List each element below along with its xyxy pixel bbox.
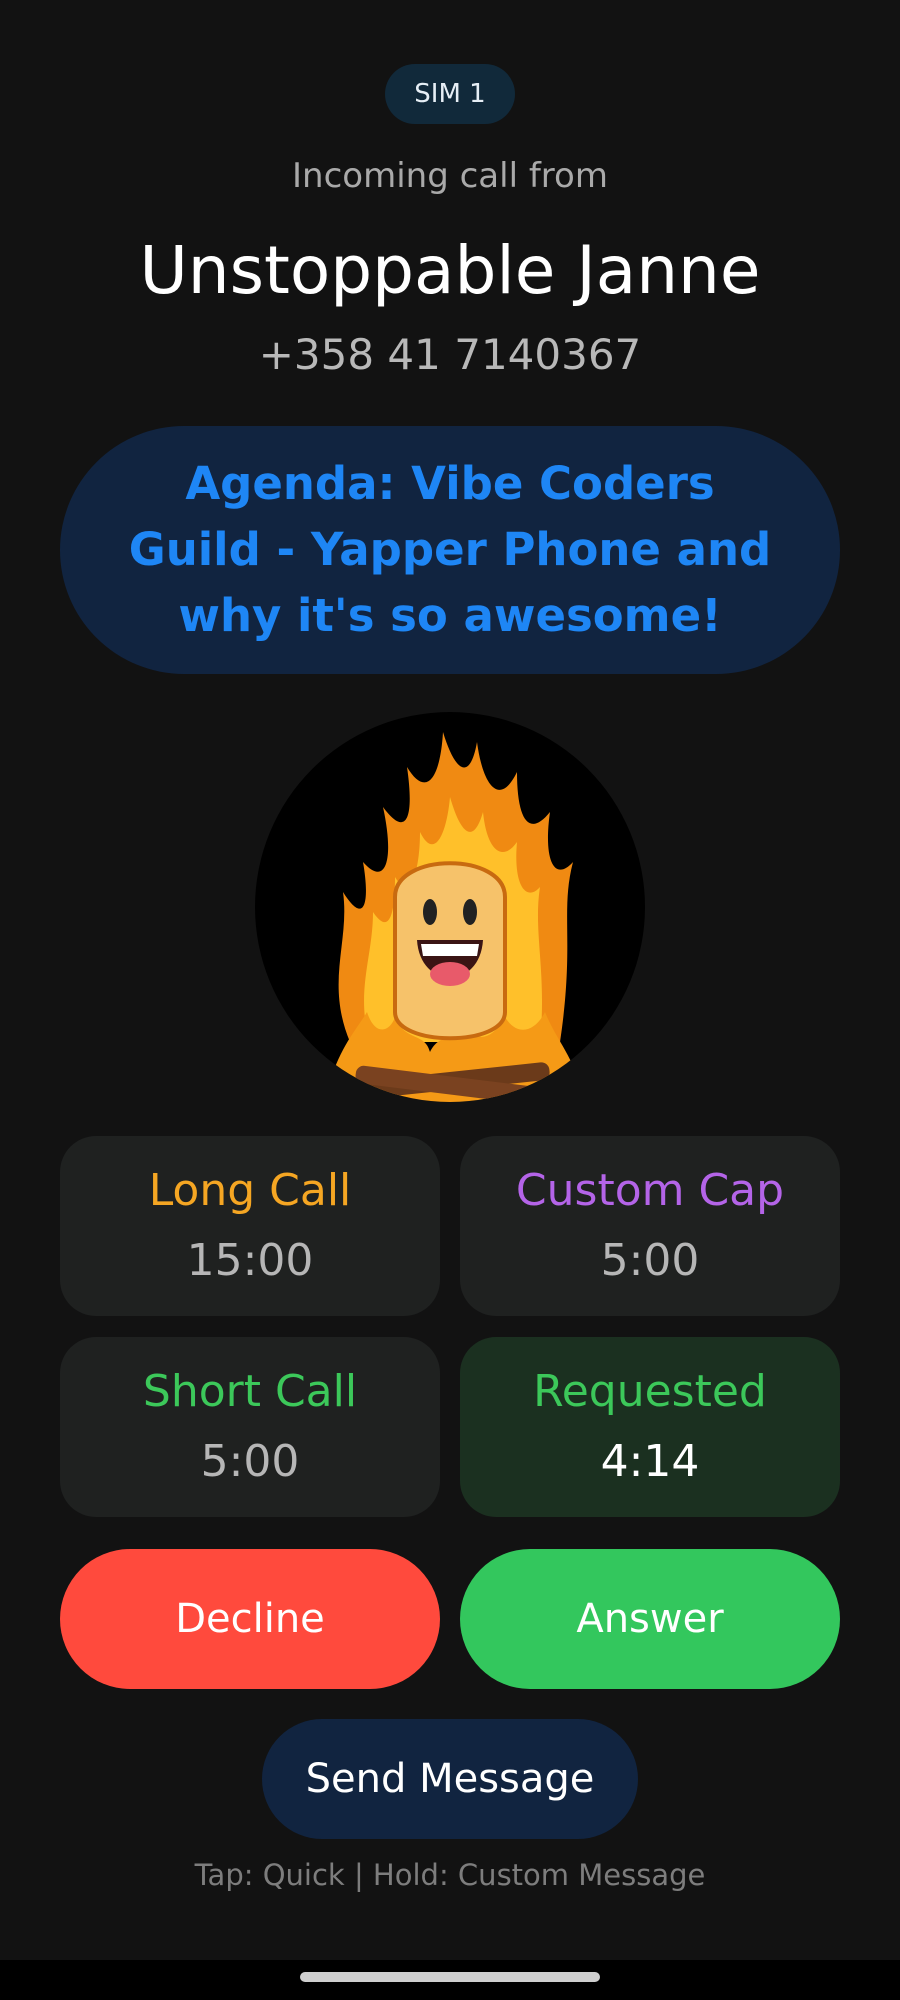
caller-number: +358 41 7140367 — [258, 330, 642, 379]
decline-button[interactable]: Decline — [60, 1549, 440, 1689]
cap-time: 5:00 — [600, 1235, 700, 1286]
caller-name: Unstoppable Janne — [139, 232, 761, 309]
cap-title: Long Call — [148, 1165, 352, 1216]
flame-character-icon — [325, 732, 585, 1102]
cap-custom[interactable]: Custom Cap 5:00 — [460, 1136, 840, 1316]
cap-title: Custom Cap — [515, 1165, 785, 1216]
answer-button[interactable]: Answer — [460, 1549, 840, 1689]
cap-requested[interactable]: Requested 4:14 — [460, 1337, 840, 1517]
caller-avatar — [255, 712, 645, 1102]
send-message-hint: Tap: Quick | Hold: Custom Message — [194, 1858, 706, 1892]
cap-short-call[interactable]: Short Call 5:00 — [60, 1337, 440, 1517]
cap-long-call[interactable]: Long Call 15:00 — [60, 1136, 440, 1316]
cap-time: 15:00 — [186, 1235, 314, 1286]
cap-time: 4:14 — [600, 1436, 700, 1487]
sim-badge: SIM 1 — [385, 64, 515, 124]
cap-title: Short Call — [142, 1366, 358, 1417]
agenda-text: Agenda: Vibe Coders Guild - Yapper Phone… — [128, 457, 772, 642]
cap-title: Requested — [533, 1366, 767, 1417]
cap-time: 5:00 — [200, 1436, 300, 1487]
agenda-banner: Agenda: Vibe Coders Guild - Yapper Phone… — [60, 426, 840, 674]
incoming-call-label: Incoming call from — [292, 156, 608, 196]
home-indicator[interactable] — [300, 1972, 600, 1982]
send-message-button[interactable]: Send Message — [262, 1719, 638, 1839]
